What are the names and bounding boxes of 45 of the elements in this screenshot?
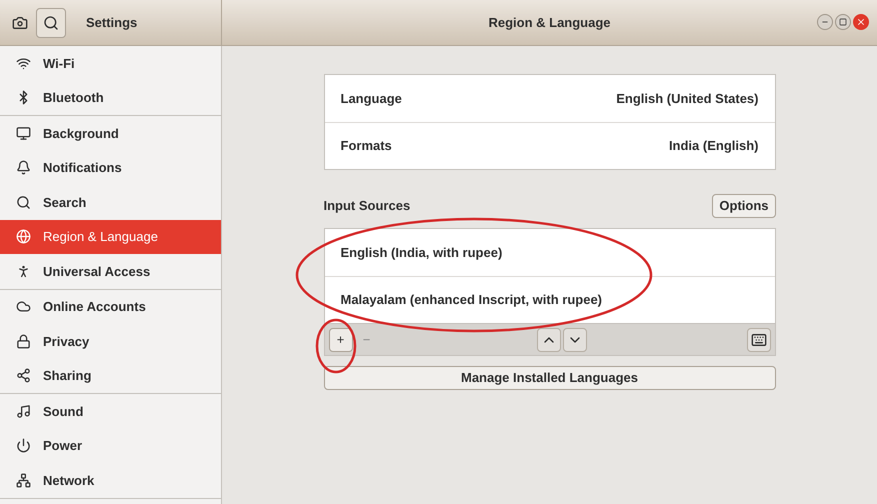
sidebar-item[interactable]: Online Accounts [0,290,221,324]
manage-languages-button[interactable]: Manage Installed Languages [324,366,776,390]
sidebar-item[interactable]: Region & Language [0,220,221,254]
sidebar-item[interactable]: Power [0,428,221,463]
keyboard-icon [750,332,766,348]
network-icon [16,472,31,488]
power-icon [16,438,31,454]
setting-row[interactable]: Formats India (English) [324,122,774,169]
sidebar-item[interactable]: Sound [0,394,221,428]
sidebar-item[interactable]: Sharing [0,358,221,393]
setting-row[interactable]: Language English (United States) [324,75,774,122]
input-source-row[interactable]: English (India, with rupee) [324,229,774,276]
app-icon[interactable] [12,14,28,30]
share-icon [16,368,31,384]
person-icon [16,264,31,279]
cloud-icon [16,299,31,314]
wifi-icon [16,56,31,71]
monitor-icon [16,126,31,141]
sidebar-item[interactable]: Privacy [0,324,221,358]
sidebar-item[interactable]: Search [0,185,221,220]
search-icon [16,194,31,210]
globe-icon [16,229,31,244]
keyboard-button[interactable] [746,328,770,352]
bell-icon [16,160,31,176]
maximize-button[interactable] [835,14,851,30]
sidebar-item[interactable]: Network [0,463,221,498]
sidebar-item[interactable]: Background [0,116,221,150]
sidebar-title: Settings [86,14,138,32]
options-button[interactable]: Options [712,194,776,218]
move-up-button[interactable] [536,328,560,352]
window-title: Region & Language [488,14,611,32]
close-button[interactable] [853,14,869,30]
close-icon [856,17,866,27]
sidebar-item[interactable]: Bluetooth [0,80,221,115]
section-heading: Input Sources [324,197,410,216]
maximize-icon [839,18,847,26]
sidebar-item[interactable]: Wi-Fi [0,46,221,80]
lock-icon [16,334,31,349]
search-icon [43,14,59,30]
music-note-icon [16,404,31,419]
move-down-button[interactable] [562,328,586,352]
sidebar-item[interactable]: Notifications [0,150,221,185]
search-button[interactable] [36,8,66,38]
sidebar-item[interactable]: Universal Access [0,254,221,288]
add-button[interactable]: + [328,328,352,352]
